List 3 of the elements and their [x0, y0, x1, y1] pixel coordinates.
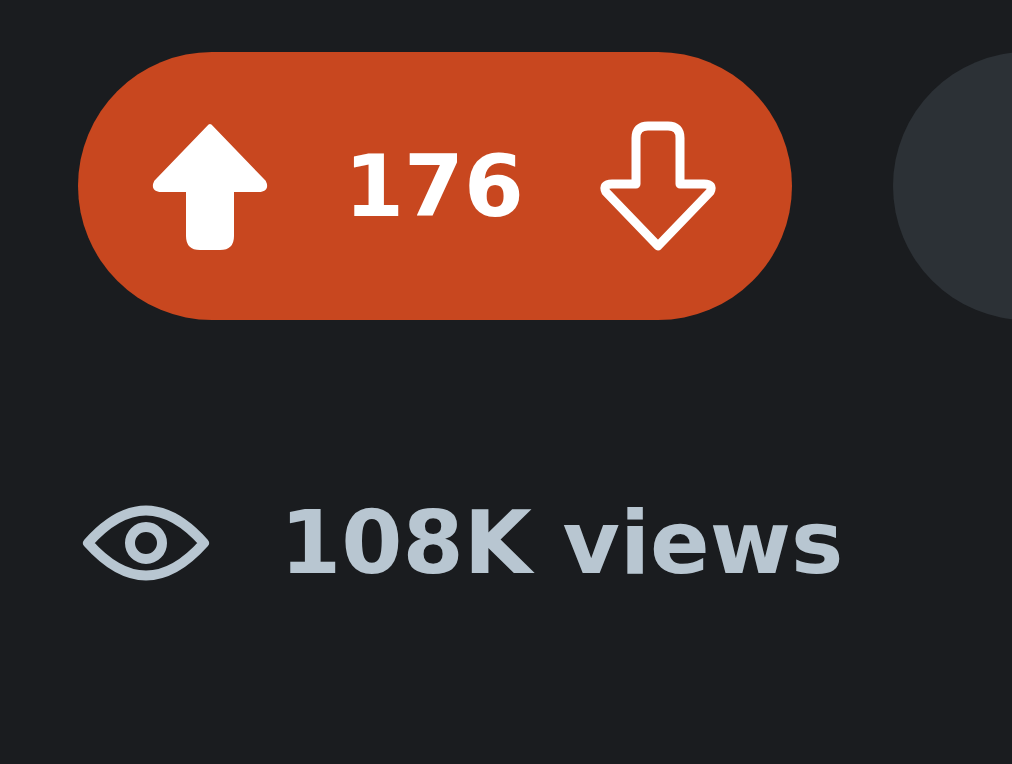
view-count: 108K views — [280, 499, 844, 587]
downvote-icon[interactable] — [598, 120, 718, 252]
vote-score: 176 — [344, 143, 524, 229]
